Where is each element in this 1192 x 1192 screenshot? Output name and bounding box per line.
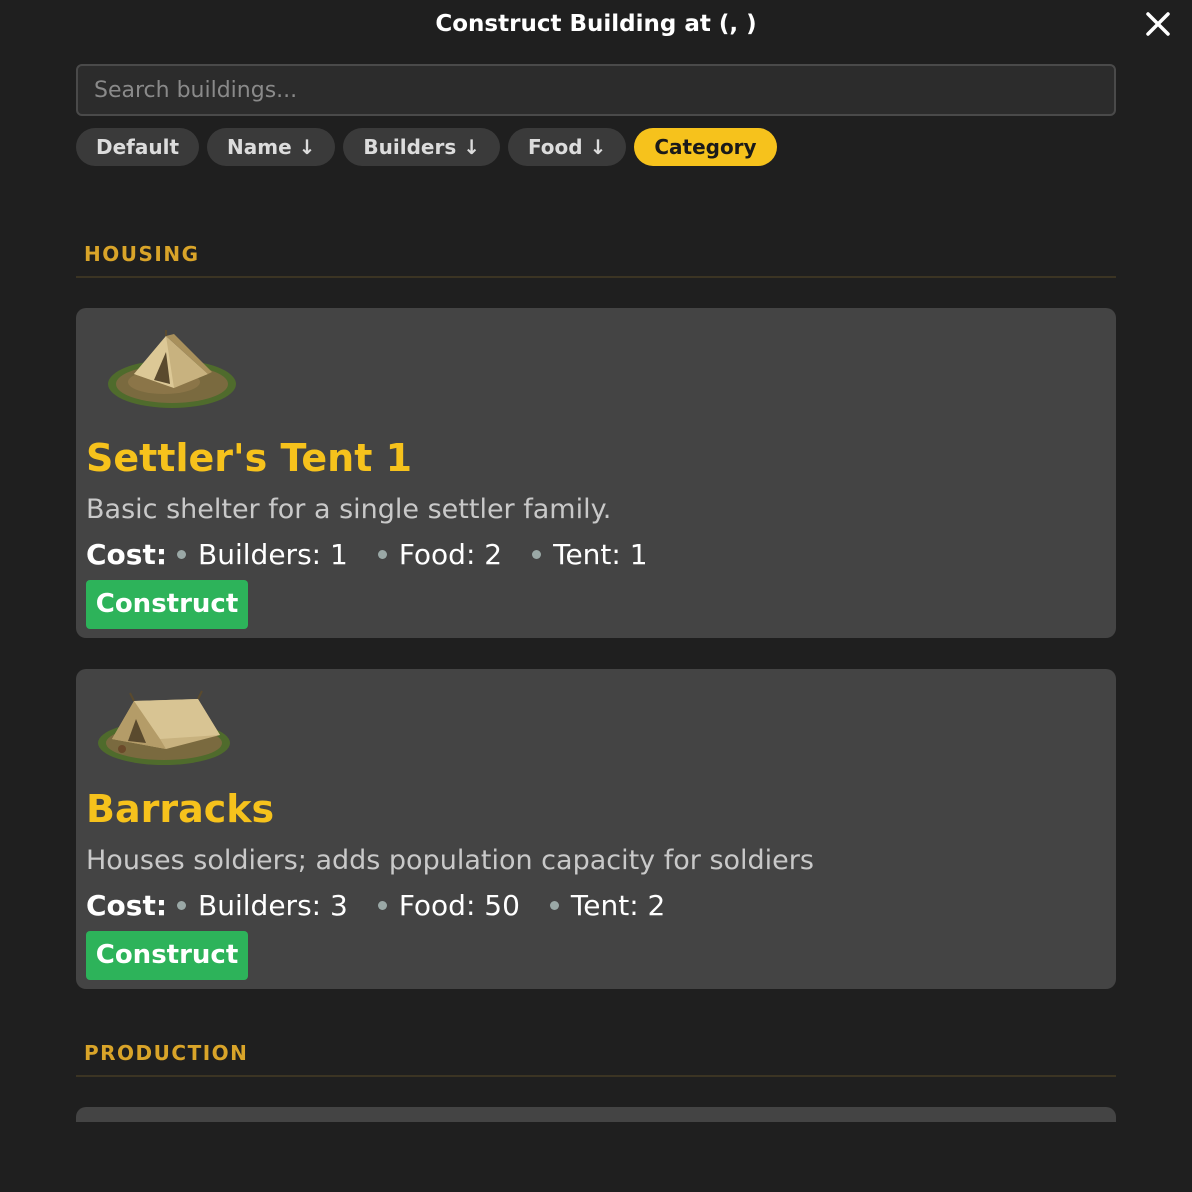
building-list[interactable]: HOUSING Settler's Tent 1 Basic shelter f…: [0, 180, 1192, 1122]
cost-label: Cost:: [86, 538, 168, 571]
cost-label: Cost:: [86, 889, 168, 922]
sort-builders-button[interactable]: Builders ↓: [343, 128, 500, 166]
cost-item-builders: Builders: 3: [177, 889, 348, 922]
building-name: Settler's Tent 1: [86, 436, 413, 480]
sort-options: Default Name ↓ Builders ↓ Food ↓ Categor…: [76, 128, 777, 166]
sort-food-button[interactable]: Food ↓: [507, 128, 627, 166]
large-tent-icon: [98, 690, 230, 765]
building-cost: Cost: Builders: 3 Food: 50 Tent: 2: [86, 889, 695, 922]
modal-title: Construct Building at (, ): [435, 11, 757, 37]
building-card-barracks: Barracks Houses soldiers; adds populatio…: [76, 669, 1116, 989]
sort-category-button[interactable]: Category: [634, 128, 777, 166]
close-icon[interactable]: [1140, 6, 1176, 42]
building-card-partial: [76, 1107, 1116, 1122]
building-name: Barracks: [86, 787, 275, 831]
cost-item-food: Food: 50: [377, 889, 520, 922]
search-input[interactable]: [76, 64, 1116, 116]
construct-button[interactable]: Construct: [86, 931, 248, 980]
category-divider: [76, 1075, 1116, 1077]
building-cost: Cost: Builders: 1 Food: 2 Tent: 1: [86, 538, 678, 571]
cost-item-builders: Builders: 1: [177, 538, 348, 571]
building-description: Houses soldiers; adds population capacit…: [86, 845, 814, 876]
construct-button[interactable]: Construct: [86, 580, 248, 629]
category-heading-production: PRODUCTION: [84, 1041, 249, 1065]
sort-name-button[interactable]: Name ↓: [207, 128, 336, 166]
building-card-settlers-tent: Settler's Tent 1 Basic shelter for a sin…: [76, 308, 1116, 638]
small-tent-icon: [108, 330, 236, 408]
category-heading-housing: HOUSING: [84, 242, 200, 266]
category-divider: [76, 276, 1116, 278]
cost-item-food: Food: 2: [377, 538, 502, 571]
construct-building-modal: Construct Building at (, ) Default Name …: [0, 0, 1192, 1192]
cost-item-tent: Tent: 1: [532, 538, 648, 571]
sort-default-button[interactable]: Default: [76, 128, 200, 166]
cost-item-tent: Tent: 2: [549, 889, 665, 922]
building-description: Basic shelter for a single settler famil…: [86, 494, 612, 525]
